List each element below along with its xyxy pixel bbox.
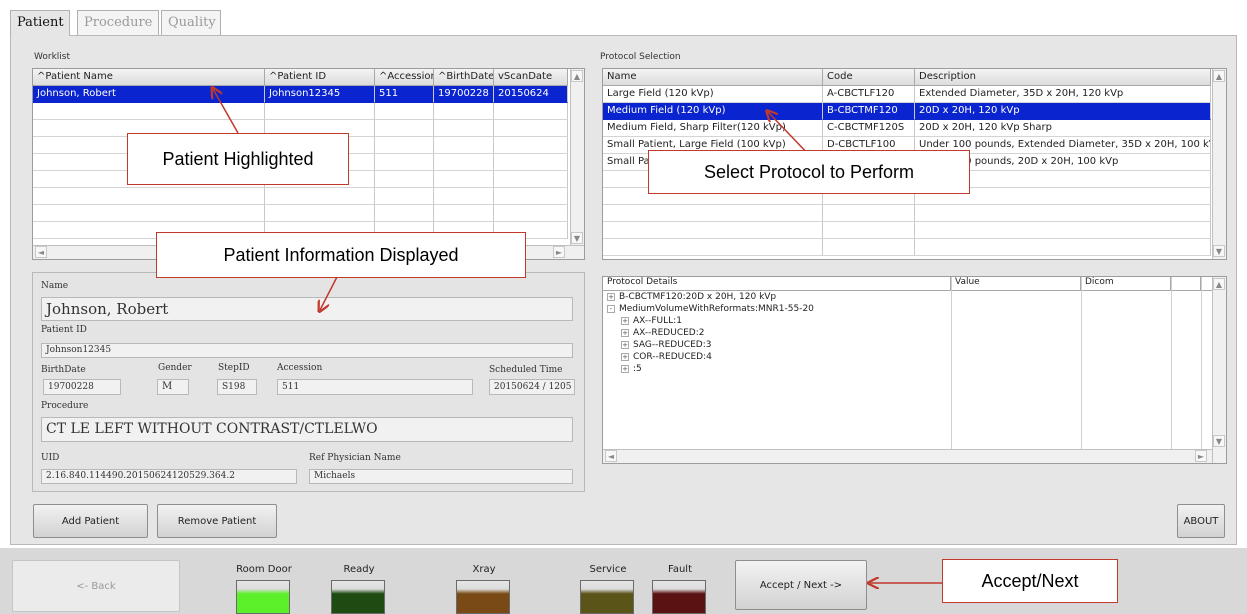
arrow-patient-info xyxy=(320,274,339,310)
tab-patient[interactable]: Patient xyxy=(10,10,70,36)
arrow-patient-highlighted xyxy=(213,89,239,134)
callout-accept-next: Accept/Next xyxy=(942,559,1118,603)
callout-patient-highlighted: Patient Highlighted xyxy=(127,133,349,185)
callout-select-protocol: Select Protocol to Perform xyxy=(648,150,970,194)
callout-patient-info-displayed: Patient Information Displayed xyxy=(156,232,526,278)
annotation-arrows xyxy=(0,0,942,614)
